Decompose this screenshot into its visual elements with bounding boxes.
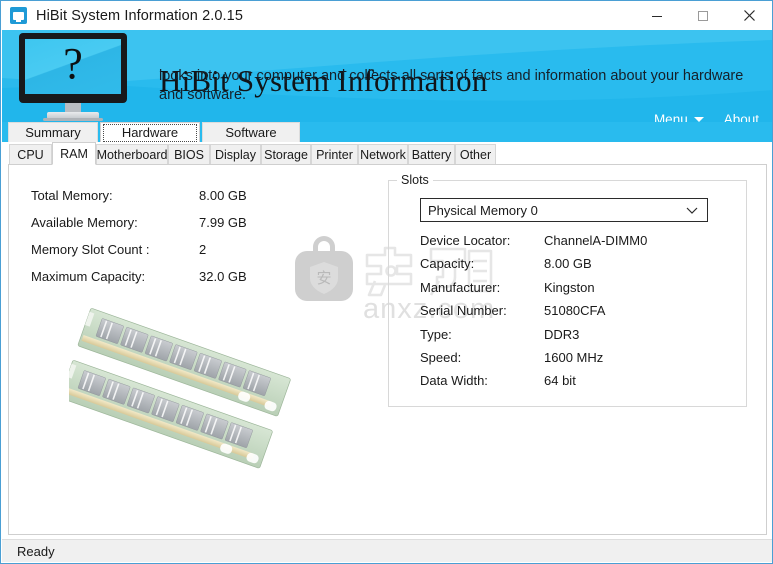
- sub-tab-display-label: Display: [215, 147, 256, 162]
- sub-tab-network-label: Network: [360, 147, 406, 162]
- sub-tab-network[interactable]: Network: [358, 144, 408, 165]
- sub-tab-bios-label: BIOS: [174, 147, 204, 162]
- tab-hardware[interactable]: Hardware: [100, 122, 200, 142]
- type-value: DDR3: [544, 326, 580, 342]
- tab-summary[interactable]: Summary: [8, 122, 98, 142]
- status-text: Ready: [17, 543, 55, 559]
- maximize-button[interactable]: [680, 1, 726, 30]
- slots-groupbox-title: Slots: [397, 173, 433, 187]
- window-title: HiBit System Information 2.0.15: [36, 7, 243, 24]
- total-memory-value: 8.00 GB: [199, 188, 247, 203]
- app-monitor-icon: [10, 7, 27, 24]
- sub-tab-motherboard[interactable]: Motherboard: [96, 144, 168, 165]
- header-banner: ? HiBit System Information looks into yo…: [2, 30, 772, 122]
- sub-tab-cpu-label: CPU: [17, 147, 44, 162]
- app-logo-monitor-icon: ?: [19, 33, 127, 121]
- sub-tab-printer[interactable]: Printer: [311, 144, 358, 165]
- banner-menu-row: Menu About: [654, 112, 759, 122]
- about-button[interactable]: About: [724, 112, 759, 122]
- type-label: Type:: [420, 326, 452, 342]
- capacity-value: 8.00 GB: [544, 256, 592, 272]
- application-window: HiBit System Information 2.0.15 ? HiBit …: [0, 0, 773, 564]
- svg-text:安: 安: [316, 269, 331, 287]
- sub-tab-printer-label: Printer: [316, 147, 353, 162]
- speed-value: 1600 MHz: [544, 349, 604, 365]
- menu-button[interactable]: Menu: [654, 112, 704, 122]
- capacity-label: Capacity:: [420, 256, 475, 272]
- status-bar: Ready: [2, 539, 772, 562]
- minimize-button[interactable]: [634, 1, 680, 30]
- data-width-label: Data Width:: [420, 373, 488, 389]
- data-width-value: 64 bit: [544, 373, 576, 389]
- sub-tab-battery-label: Battery: [411, 147, 452, 162]
- sub-tab-other-label: Other: [459, 147, 492, 162]
- sub-tab-display[interactable]: Display: [210, 144, 261, 165]
- total-memory-label: Total Memory:: [31, 188, 113, 203]
- available-memory-label: Available Memory:: [31, 215, 138, 230]
- memory-slot-count-label: Memory Slot Count :: [31, 242, 150, 257]
- sub-tab-battery[interactable]: Battery: [408, 144, 455, 165]
- ram-module-illustration: [69, 308, 291, 469]
- sub-tab-other[interactable]: Other: [455, 144, 496, 165]
- ram-content-panel: Total Memory: 8.00 GB Available Memory: …: [8, 164, 767, 535]
- window-controls: [634, 1, 772, 30]
- about-label: About: [723, 112, 759, 122]
- manufacturer-value: Kingston: [544, 279, 595, 295]
- tab-software-label: Software: [225, 125, 277, 140]
- sub-tab-storage[interactable]: Storage: [261, 144, 311, 165]
- close-button[interactable]: [726, 1, 772, 30]
- slots-groupbox: Slots Physical Memory 0 Device Locator: …: [388, 173, 747, 407]
- menu-label: Menu: [653, 112, 688, 122]
- sub-tab-storage-label: Storage: [264, 147, 308, 162]
- tab-summary-label: Summary: [25, 125, 81, 140]
- slot-select-value: Physical Memory 0: [428, 202, 538, 218]
- available-memory-value: 7.99 GB: [199, 215, 247, 230]
- maximum-capacity-label: Maximum Capacity:: [31, 269, 146, 284]
- sub-tab-ram[interactable]: RAM: [52, 142, 96, 165]
- serial-number-label: Serial Number:: [420, 303, 507, 319]
- sub-tab-bios[interactable]: BIOS: [168, 144, 210, 165]
- serial-number-value: 51080CFA: [544, 303, 606, 319]
- title-bar: HiBit System Information 2.0.15: [1, 1, 772, 30]
- sub-tab-cpu[interactable]: CPU: [9, 144, 52, 165]
- sub-tab-ram-label: RAM: [60, 146, 88, 161]
- memory-slot-count-value: 2: [199, 242, 207, 257]
- speed-label: Speed:: [420, 349, 462, 365]
- maximum-capacity-value: 32.0 GB: [199, 269, 247, 284]
- device-locator-label: Device Locator:: [420, 233, 511, 248]
- tab-software[interactable]: Software: [202, 122, 300, 142]
- sub-tab-motherboard-label: Motherboard: [96, 147, 168, 162]
- focus-outline: [103, 124, 197, 142]
- manufacturer-label: Manufacturer:: [420, 279, 501, 295]
- watermark-bag-icon: 安: [295, 236, 353, 301]
- slot-select[interactable]: Physical Memory 0: [420, 198, 708, 222]
- chevron-down-icon: [686, 207, 698, 214]
- device-locator-value: ChannelA-DIMM0: [544, 233, 648, 248]
- hardware-sub-tab-bar: CPU RAM Motherboard BIOS Display Storage…: [2, 142, 772, 165]
- brand-subtitle: looks into your computer and collects al…: [159, 68, 744, 103]
- main-tab-bar: Summary Hardware Software: [2, 122, 772, 142]
